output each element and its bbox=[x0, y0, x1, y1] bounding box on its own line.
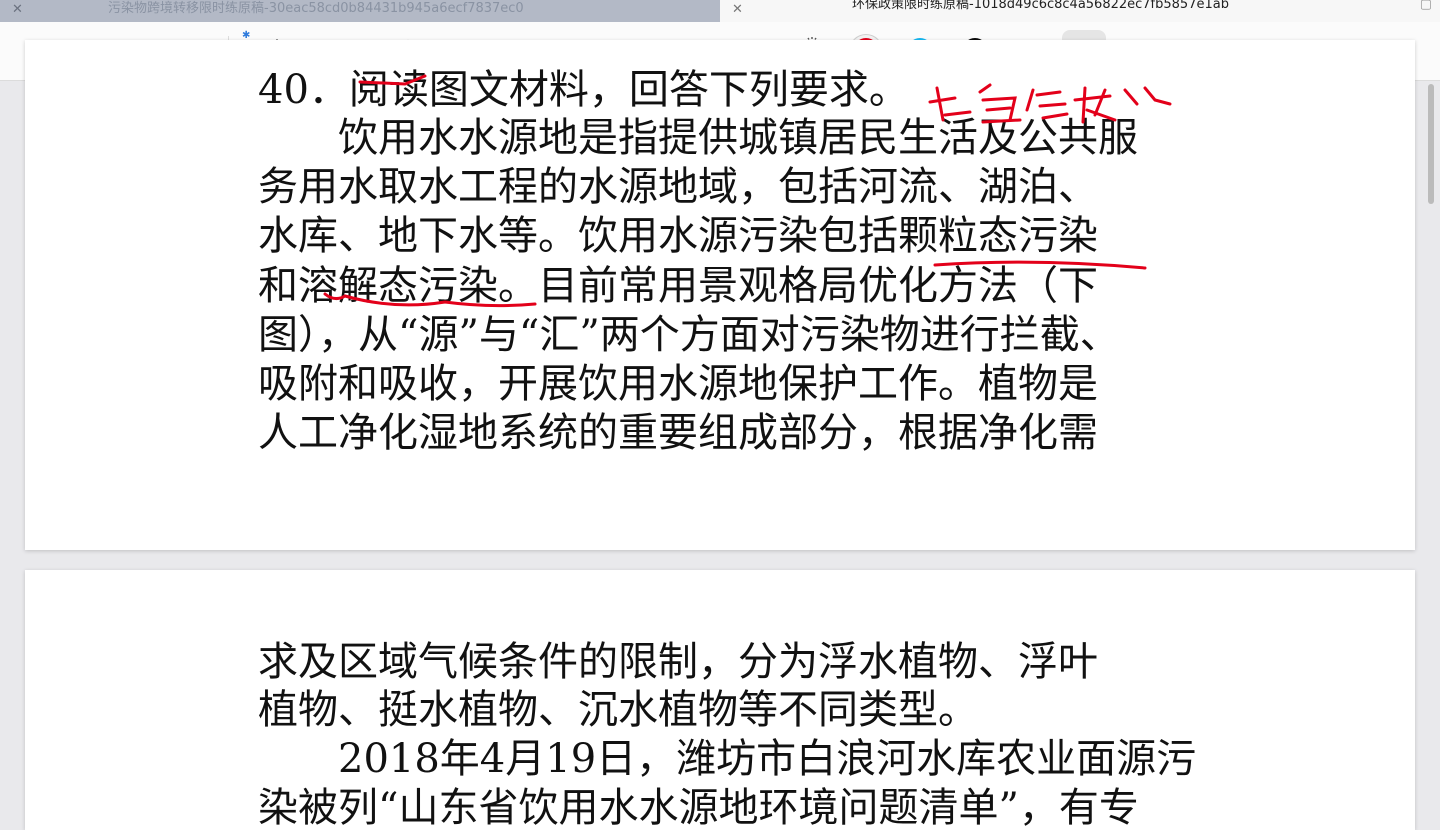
text-line: 求及区域气候条件的限制，分为浮水植物、浮叶 bbox=[258, 639, 1098, 685]
tab-bar: ✕ 污染物跨境转移限时练原稿-30eac58cd0b84431b945a6ecf… bbox=[0, 0, 1440, 22]
close-tab-icon[interactable]: ✕ bbox=[732, 2, 743, 17]
text-line: 2018年4月19日，潍坊市白浪河水库农业面源污 bbox=[258, 736, 1197, 782]
document-page-2: 求及区域气候条件的限制，分为浮水植物、浮叶 植物、挺水植物、沉水植物等不同类型。… bbox=[25, 570, 1415, 830]
document-page-1: 40．阅读图文材料，回答下列要求。 饮用水水源地是指提供城镇居民生活及公共服 务… bbox=[25, 40, 1415, 550]
text-line: 吸附和吸收，开展饮用水源地保护工作。植物是 bbox=[258, 361, 1098, 407]
text-line: 水库、地下水等。饮用水源污染包括颗粒态污染 bbox=[258, 213, 1098, 259]
close-tab-icon[interactable]: ✕ bbox=[12, 2, 23, 17]
tab-document-2[interactable]: ✕ 环保政策限时练原稿-1018d49c6c8c4a56822ec7fb5857… bbox=[720, 0, 1440, 22]
tab-title: 污染物跨境转移限时练原稿-30eac58cd0b84431b945a6ecf78… bbox=[108, 1, 524, 16]
text-line: 饮用水水源地是指提供城镇居民生活及公共服 bbox=[258, 115, 1138, 161]
text-line: 40．阅读图文材料，回答下列要求。 bbox=[258, 67, 909, 113]
text-line: 染被列“山东省饮用水水源地环境问题清单”，有专 bbox=[258, 785, 1139, 830]
text-line: 务用水取水工程的水源地域，包括河流、湖泊、 bbox=[258, 164, 1098, 210]
tab-document-1[interactable]: ✕ 污染物跨境转移限时练原稿-30eac58cd0b84431b945a6ecf… bbox=[0, 0, 720, 22]
scrollbar[interactable] bbox=[1428, 84, 1434, 204]
split-view-icon[interactable]: ▢ bbox=[1420, 0, 1432, 12]
text-line: 植物、挺水植物、沉水植物等不同类型。 bbox=[258, 687, 978, 733]
text-line: 和溶解态污染。目前常用景观格局优化方法（下 bbox=[258, 263, 1098, 309]
tab-title: 环保政策限时练原稿-1018d49c6c8c4a56822ec7fb5857e1… bbox=[852, 0, 1229, 12]
text-line: 图），从“源”与“汇”两个方面对污染物进行拦截、 bbox=[258, 312, 1120, 358]
text-line: 人工净化湿地系统的重要组成部分，根据净化需 bbox=[258, 410, 1098, 456]
